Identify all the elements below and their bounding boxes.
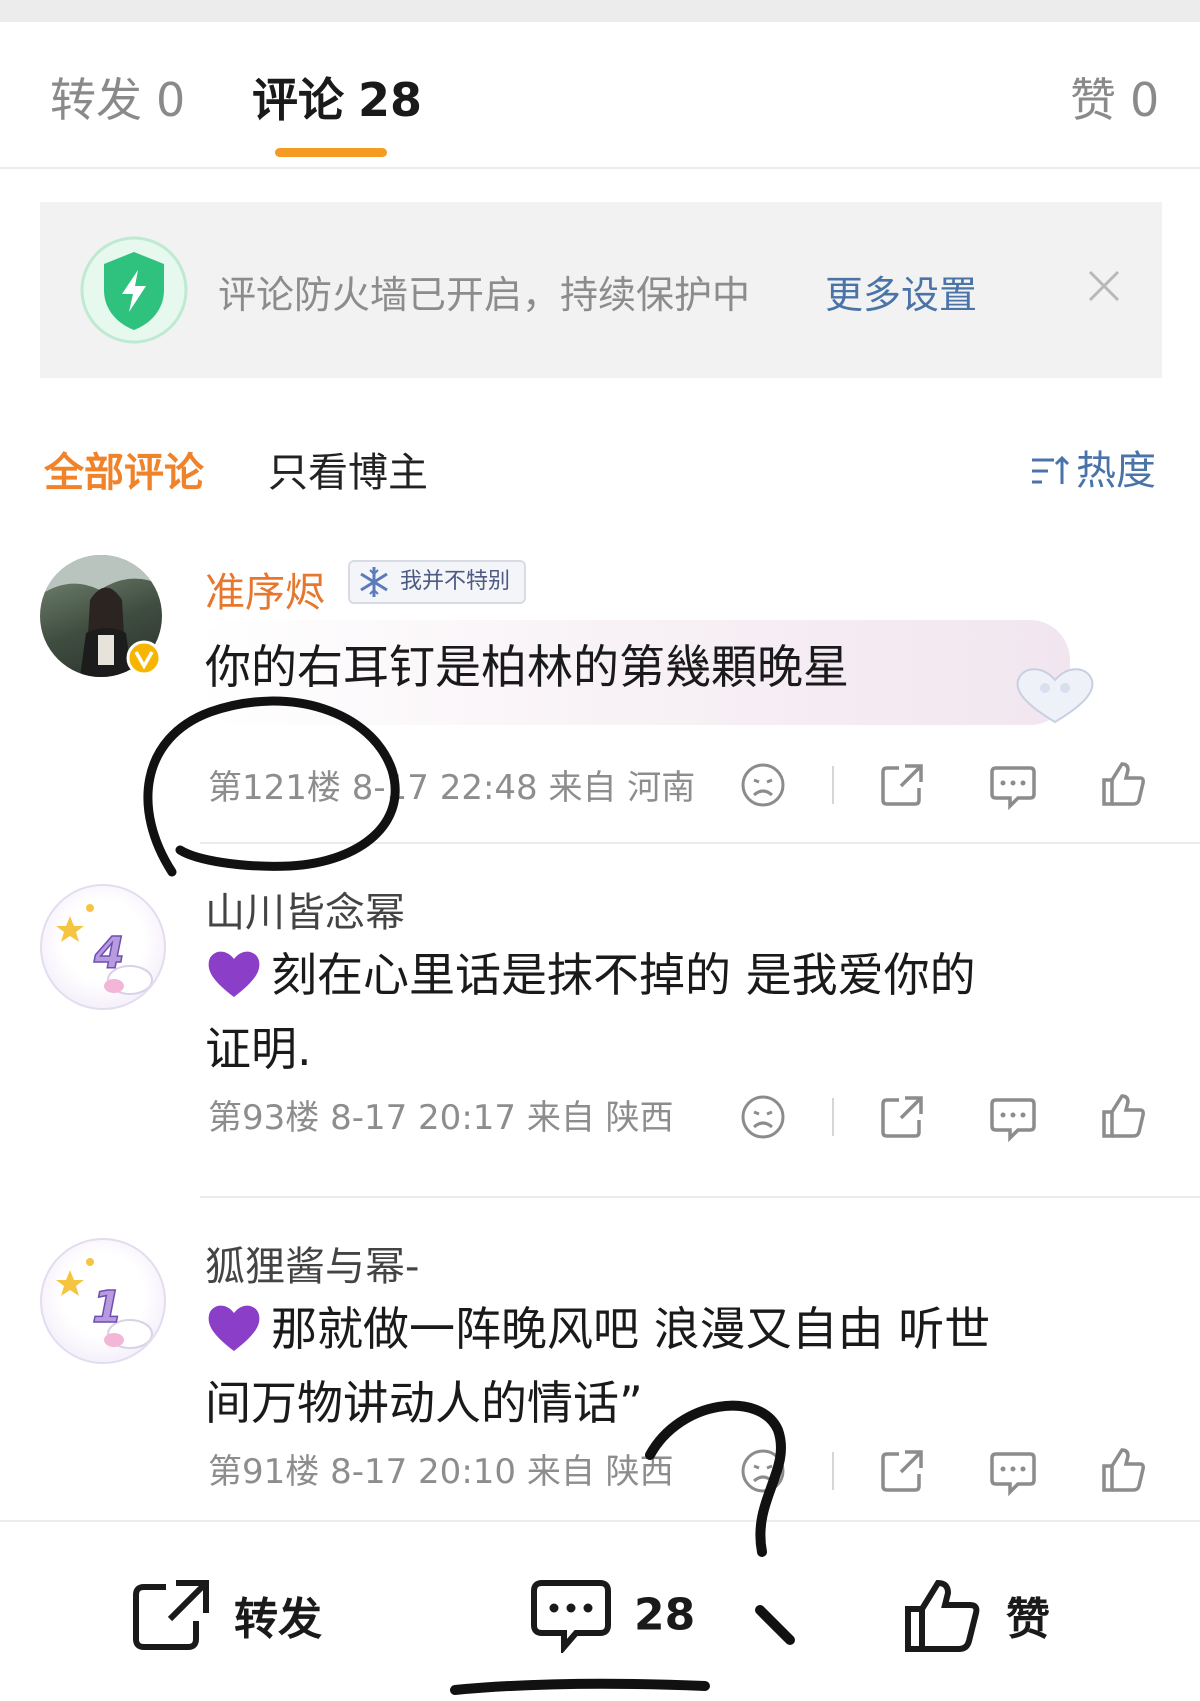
tab-likes-label: 赞 [1070,73,1116,127]
like-icon[interactable] [1098,1444,1148,1494]
dislike-face-icon[interactable] [738,760,788,810]
comment-meta: 第91楼 8-17 20:10 来自 陕西 [208,1444,674,1493]
reply-icon[interactable] [988,760,1038,810]
active-tab-indicator [275,148,387,157]
snowflake-icon [360,567,388,597]
like-icon[interactable] [1098,1090,1148,1140]
tab-comments-count: 28 [358,73,423,127]
share-icon[interactable] [877,1446,927,1496]
comment-location: 来自 河南 [548,768,696,808]
purple-heart-icon [208,951,260,997]
tab-repost-label: 转发 [50,73,142,127]
avatar[interactable]: 4 [40,884,166,1010]
sort-label: 热度 [1076,448,1156,494]
share-icon [133,1580,209,1650]
avatar[interactable]: 1 [40,1238,166,1364]
dislike-face-icon[interactable] [738,1092,788,1142]
user-badge[interactable]: 我并不特别 [348,560,527,604]
sort-icon [1032,455,1070,484]
comment-author[interactable]: 山川皆念幂 [205,880,405,938]
comment-text-line2: 证明. [205,1022,312,1076]
comment-author[interactable]: 准序烬 [205,560,325,618]
tab-comments-label: 评论 [252,73,344,127]
dislike-face-icon[interactable] [738,1446,788,1496]
like-icon[interactable] [1098,758,1148,808]
bottom-repost-button[interactable]: 转发 [130,1577,322,1653]
tab-bar: 转发 0 评论 28 赞0 [0,22,1200,169]
comment-time: 8-17 20:17 [330,1098,517,1138]
reply-icon[interactable] [988,1092,1038,1142]
tab-repost-count: 0 [156,73,186,127]
bottom-repost-label: 转发 [234,1594,322,1645]
filter-all-comments[interactable]: 全部评论 [44,440,204,498]
comment-item: 1 狐狸酱与幂- 那就做一阵晚风吧 浪漫又自由 听世 间万物讲动人的情话” 第9… [0,1234,1200,1524]
avatar-number: 4 [93,928,125,979]
bottom-like-label: 赞 [1006,1594,1050,1645]
comment-filter-row: 全部评论 只看博主 热度 [0,430,1200,500]
comment-time: 8-17 20:10 [330,1452,517,1492]
comment-text-line2: 间万物讲动人的情话” [205,1376,643,1430]
comment-location: 来自 陕西 [526,1452,674,1492]
action-divider [832,766,834,804]
comment-location: 来自 陕西 [526,1098,674,1138]
like-icon [905,1579,980,1652]
filter-owner-only[interactable]: 只看博主 [268,440,428,498]
verified-badge-icon [126,640,162,676]
tab-repost[interactable]: 转发 0 [50,64,185,130]
comment-icon [531,1580,611,1653]
action-divider [832,1452,834,1490]
bottom-comment-button[interactable]: 28 [530,1577,695,1653]
firewall-status-text: 评论防火墙已开启，持续保护中 [218,273,751,317]
comment-author[interactable]: 狐狸酱与幂- [205,1234,419,1292]
tab-comments[interactable]: 评论 28 [252,64,422,130]
avatar-illustration: 1 [56,1258,153,1349]
floor-number: 第91楼 [208,1452,320,1492]
comment-item: 准序烬 我并不特别 你的右耳钉是柏林的第幾顆晚星 第121楼 8-17 22:4… [0,550,1200,840]
badge-label: 我并不特别 [400,569,511,594]
comment-time: 8-17 22:48 [351,768,538,808]
purple-heart-icon [208,1305,260,1351]
comment-meta: 第93楼 8-17 20:17 来自 陕西 [208,1090,674,1139]
sort-by-heat[interactable]: 热度 [1030,438,1156,496]
comment-text: 那就做一阵晚风吧 浪漫又自由 听世 间万物讲动人的情话” [205,1292,1125,1440]
reply-icon[interactable] [988,1446,1038,1496]
action-divider [832,1098,834,1136]
floor-number: 第93楼 [208,1098,320,1138]
share-icon[interactable] [877,1092,927,1142]
comment-meta: 第121楼 8-17 22:48 来自 河南 [208,760,695,809]
comment-firewall-banner: 评论防火墙已开启，持续保护中 更多设置 [40,202,1162,378]
bottom-action-bar: 转发 28 赞 [0,1520,1200,1701]
comment-text: 你的右耳钉是柏林的第幾顆晚星 [205,640,849,694]
close-icon[interactable] [1080,262,1128,310]
comment-text-line1: 刻在心里话是抹不掉的 是我爱你的 [271,948,976,1002]
bottom-like-button[interactable]: 赞 [902,1577,1050,1653]
comment-divider [200,1196,1200,1198]
bottom-comment-count: 28 [634,1589,696,1641]
shield-icon [80,236,188,344]
status-strip [0,0,1200,22]
avatar-illustration: 4 [56,904,153,995]
comment-text-line1: 那就做一阵晚风吧 浪漫又自由 听世 [271,1302,991,1356]
more-settings-link[interactable]: 更多设置 [825,264,977,319]
comment-item: 4 山川皆念幂 刻在心里话是抹不掉的 是我爱你的 证明. 第93楼 8-17 2… [0,880,1200,1200]
tab-likes-count: 0 [1130,73,1160,127]
tab-likes[interactable]: 赞0 [1070,64,1159,130]
avatar-number: 1 [92,1282,123,1333]
share-icon[interactable] [877,760,927,810]
comment-divider [200,842,1200,844]
comment-text: 刻在心里话是抹不掉的 是我爱你的 证明. [205,938,1125,1086]
floor-number: 第121楼 [208,768,341,808]
